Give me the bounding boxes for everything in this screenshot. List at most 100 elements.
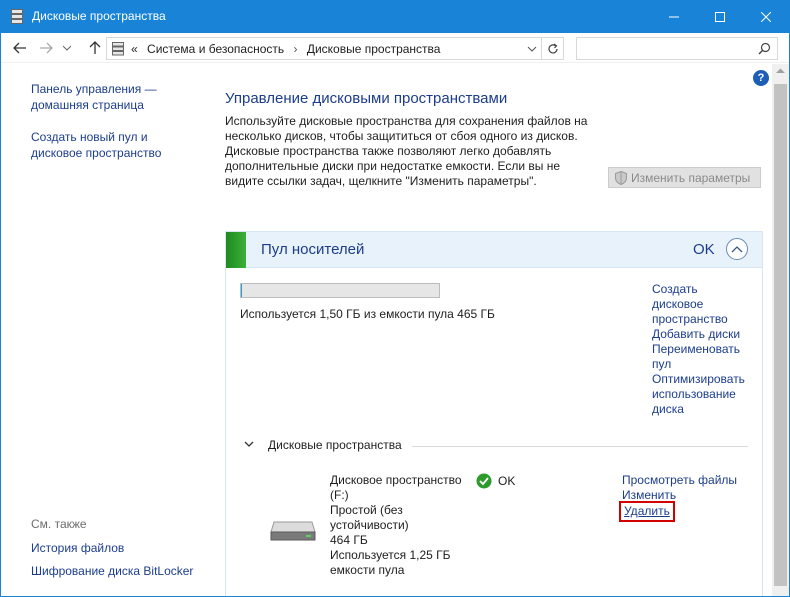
refresh-icon [547, 43, 558, 53]
arrow-right-icon [40, 42, 53, 54]
help-button[interactable]: ? [753, 70, 769, 86]
chevron-down-icon [63, 45, 71, 51]
change-parameters-button[interactable]: Изменить параметры [608, 167, 761, 188]
chevron-up-icon [731, 246, 743, 253]
minimize-button[interactable] [651, 1, 697, 33]
page-title: Управление дисковыми пространствами [225, 90, 508, 107]
pool-usage-fill [241, 284, 242, 297]
arrow-up-icon [89, 41, 101, 54]
scrollbar-thumb[interactable] [774, 84, 787, 586]
collapse-pool-button[interactable] [726, 238, 748, 260]
space-drive-letter: (F:) [330, 488, 349, 502]
minimize-icon [669, 16, 679, 18]
space-status-text: OK [498, 474, 516, 488]
sidebar-item-create-pool[interactable]: Создать новый пул и дисковое пространств… [31, 129, 181, 161]
arrow-left-icon [13, 42, 26, 54]
sidebar-item-label: дисковое пространство [31, 146, 162, 160]
pool-title: Пул носителей [261, 241, 365, 258]
breadcrumb-item-system-security[interactable]: Система и безопасность [147, 42, 284, 56]
space-usage: Используется 1,25 ГБ [330, 548, 451, 562]
link-text: Оптимизировать [652, 372, 745, 386]
change-parameters-label: Изменить параметры [631, 170, 751, 185]
change-space-link[interactable]: Изменить [622, 488, 737, 503]
close-button[interactable] [743, 1, 789, 33]
address-bar[interactable]: « Система и безопасность › Дисковые прос… [106, 37, 542, 60]
add-drives-link[interactable]: Добавить диски [652, 327, 762, 342]
close-icon [761, 12, 771, 22]
space-resiliency: устойчивости) [330, 518, 409, 532]
control-panel-icon [112, 42, 124, 56]
storage-spaces-section-header[interactable]: Дисковые пространства [244, 438, 749, 454]
pool-status-strip [226, 232, 246, 268]
chevron-down-icon[interactable] [526, 43, 538, 55]
hard-drive-icon [270, 521, 316, 541]
pool-usage-bar [240, 283, 440, 298]
intro-line: несколько дисков, чтобы защититься от сб… [225, 129, 578, 143]
pool-usage-text: Используется 1,50 ГБ из емкости пула 465… [240, 307, 495, 321]
view-files-link[interactable]: Просмотреть файлы [622, 473, 737, 488]
pool-task-links: Создать дисковое пространство Добавить д… [652, 282, 762, 417]
link-text: Создать [652, 282, 698, 296]
see-also-bitlocker-link[interactable]: Шифрование диска BitLocker [31, 563, 206, 579]
space-resiliency: Простой (без [330, 503, 403, 517]
recent-locations-button[interactable] [61, 39, 73, 57]
refresh-button[interactable] [542, 37, 564, 60]
intro-line: Дисковые пространства также позволяют ле… [225, 144, 552, 158]
search-box[interactable] [576, 37, 778, 60]
intro-line: Используйте дисковые пространства для со… [225, 114, 588, 128]
window: Дисковые пространства « Система и безопа… [0, 0, 790, 597]
create-storage-space-link[interactable]: Создать дисковое пространство [652, 282, 762, 327]
link-text: использование [652, 387, 736, 401]
scroll-up-icon[interactable] [776, 68, 785, 74]
breadcrumb-item-storage-spaces[interactable]: Дисковые пространства [307, 42, 441, 56]
breadcrumb-overflow[interactable]: « [131, 42, 138, 56]
link-text: Переименовать [652, 342, 740, 356]
storage-space-status: OK [476, 473, 515, 489]
link-text: дисковое [652, 297, 704, 311]
breadcrumb: « Система и безопасность › Дисковые прос… [131, 42, 446, 56]
uac-shield-icon [615, 170, 627, 185]
main-content: Управление дисковыми пространствами Испо… [211, 64, 771, 596]
search-input[interactable] [581, 40, 751, 57]
storage-spaces-section-label: Дисковые пространства [268, 438, 402, 452]
storage-space-details: Дисковое пространство (F:) Простой (без … [330, 473, 470, 578]
address-toolbar: « Система и безопасность › Дисковые прос… [1, 33, 789, 63]
section-divider [412, 446, 748, 447]
link-text: диска [652, 402, 684, 416]
sidebar-item-label: Создать новый пул и [31, 130, 148, 144]
rename-pool-link[interactable]: Переименовать пул [652, 342, 762, 372]
delete-space-link[interactable]: Удалить [619, 501, 675, 522]
pool-status: OK [693, 241, 715, 258]
sidebar-item-control-panel-home[interactable]: Панель управления — домашняя страница [31, 81, 181, 113]
up-button[interactable] [86, 39, 104, 57]
back-button[interactable] [11, 39, 29, 57]
space-capacity: 464 ГБ [330, 533, 368, 547]
ok-check-icon [476, 473, 492, 489]
space-usage: емкости пула [330, 563, 405, 577]
search-icon[interactable] [758, 42, 771, 55]
storage-spaces-icon [11, 9, 23, 24]
see-also-file-history-link[interactable]: История файлов [31, 540, 181, 556]
intro-text: Используйте дисковые пространства для со… [225, 114, 595, 189]
sidebar-item-label: домашняя страница [31, 98, 144, 112]
optimize-drive-usage-link[interactable]: Оптимизировать использование диска [652, 372, 762, 417]
chevron-down-icon [244, 441, 254, 447]
space-name: Дисковое пространство [330, 473, 462, 487]
sidebar-item-label: Панель управления — [31, 82, 157, 96]
title-bar: Дисковые пространства [1, 1, 789, 33]
storage-space-links: Просмотреть файлы Изменить Удалить [619, 473, 737, 522]
pool-header: Пул носителей OK [226, 232, 762, 268]
maximize-button[interactable] [697, 1, 743, 33]
maximize-icon [715, 12, 725, 22]
link-text: пространство [652, 312, 728, 326]
intro-line: дополнительные диски при недостатке емко… [225, 159, 561, 173]
forward-button[interactable] [37, 39, 55, 57]
left-pane: Панель управления — домашняя страница Со… [1, 64, 211, 596]
link-text: пул [652, 357, 672, 371]
window-title: Дисковые пространства [32, 9, 166, 23]
vertical-scrollbar[interactable] [772, 64, 789, 596]
storage-pool-panel: Пул носителей OK Используется 1,50 ГБ из… [225, 231, 763, 596]
intro-line: видите ссылки задач, щелкните "Изменить … [225, 174, 537, 188]
see-also-heading: См. также [31, 517, 87, 531]
breadcrumb-separator-icon[interactable]: › [293, 42, 297, 56]
